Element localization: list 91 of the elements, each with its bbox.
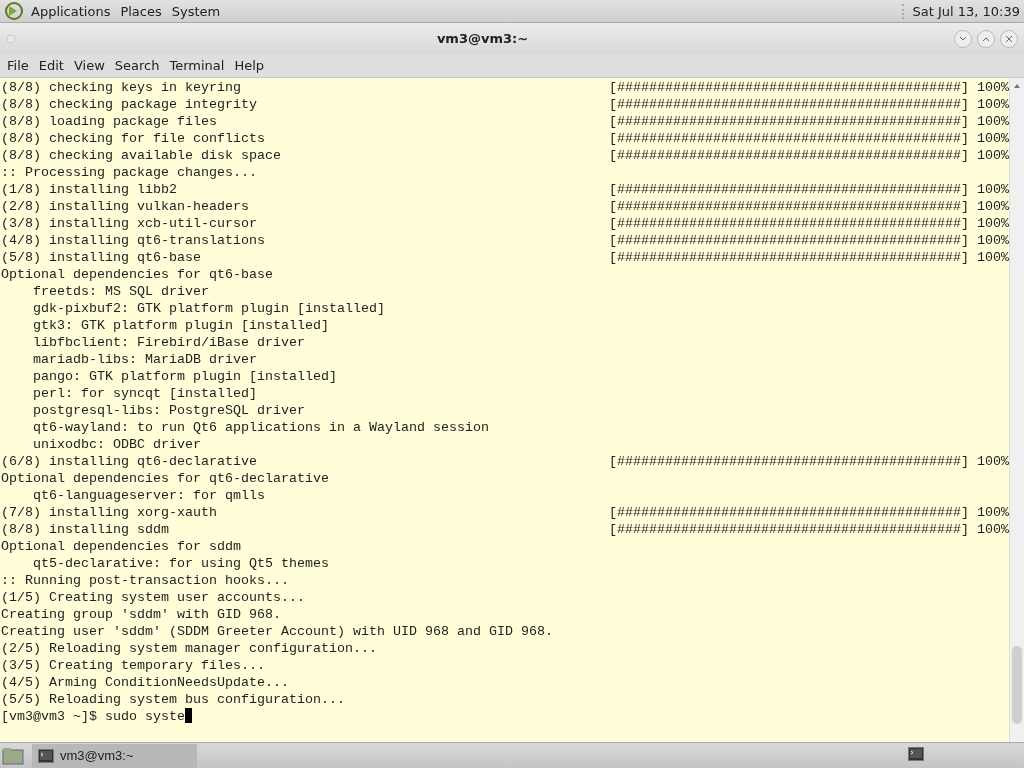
terminal-line: (8/8) installing sddm [1, 521, 170, 538]
progress-bar-text: [###########################################] [609, 215, 969, 232]
terminal-line: qt6-wayland: to run Qt6 applications in a Wayland session [32, 419, 489, 436]
command-prompt: [vm3@vm3 ~]$ sudo syste [1, 708, 185, 725]
terminal-line: Optional dependencies for qt6-base [1, 266, 273, 283]
percent-text: 100% [976, 504, 1009, 521]
terminal-line: Optional dependencies for sddm [1, 538, 241, 555]
terminal-line: Optional dependencies for qt6-declarative [1, 470, 329, 487]
terminal-line: Creating group 'sddm' with GID 968. [1, 606, 281, 623]
terminal-line: (2/5) Reloading system manager configuration... [1, 640, 377, 657]
terminal-line: (4/8) installing qt6-translations [1, 232, 266, 249]
window-menu-icon[interactable] [6, 33, 16, 44]
terminal-line: (8/8) loading package files [1, 113, 218, 130]
terminal-line: (8/8) checking keys in keyring [1, 79, 242, 96]
terminal-line: :: Processing package changes... [1, 164, 257, 181]
logo-icon[interactable] [4, 1, 24, 21]
terminal-line: unixodbc: ODBC driver [32, 436, 201, 453]
percent-text: 100% [976, 79, 1009, 96]
terminal-line: (5/8) installing qt6-base [1, 249, 202, 266]
percent-text: 100% [976, 130, 1009, 147]
terminal-line: gtk3: GTK platform plugin [installed] [32, 317, 329, 334]
panel-menu[interactable]: Places [117, 3, 165, 19]
terminal-line: (7/8) installing xorg-xauth [1, 504, 218, 521]
terminal-line: (6/8) installing qt6-declarative [1, 453, 258, 470]
panel-menu[interactable]: System [168, 3, 224, 19]
terminal-line: (8/8) checking for file conflicts [1, 130, 266, 147]
terminal-line: (5/5) Reloading system bus configuration... [1, 691, 345, 708]
terminal-line: pango: GTK platform plugin [installed] [32, 368, 337, 385]
percent-text: 100% [976, 453, 1009, 470]
percent-text: 100% [976, 113, 1009, 130]
terminal-line: libfbclient: Firebird/iBase driver [32, 334, 305, 351]
terminal-line: postgresql-libs: PostgreSQL driver [32, 402, 305, 419]
menu-item[interactable]: Terminal [164, 58, 230, 73]
progress-bar-text: [###########################################] [609, 198, 969, 215]
terminal-line: (3/8) installing xcb-util-cursor [1, 215, 258, 232]
progress-bar-text: [###########################################] [609, 147, 969, 164]
menu-item[interactable]: Help [229, 58, 270, 73]
terminal-line: (2/8) installing vulkan-headers [1, 198, 250, 215]
terminal-line: (8/8) checking package integrity [1, 96, 258, 113]
progress-bar-text: [###########################################] [609, 130, 969, 147]
progress-bar-text: [###########################################] [609, 113, 969, 130]
percent-text: 100% [976, 232, 1009, 249]
progress-bar-text: [###########################################] [609, 521, 969, 538]
close-icon [1005, 34, 1013, 43]
chevron-down-icon [959, 35, 967, 42]
menu-item[interactable]: Edit [33, 58, 69, 73]
progress-bar-text: [###########################################] [609, 453, 969, 470]
progress-bar-text: [###########################################] [609, 181, 969, 198]
scroll-up-icon[interactable] [1013, 82, 1021, 90]
terminal-line: qt6-languageserver: for qmlls [32, 487, 265, 504]
cursor [184, 708, 192, 723]
terminal-line: :: Running post-transaction hooks... [1, 572, 289, 589]
terminal-line: mariadb-libs: MariaDB driver [32, 351, 257, 368]
percent-text: 100% [976, 521, 1009, 538]
window-title: vm3@vm3:~ [435, 31, 530, 46]
chevron-up-icon [982, 35, 990, 42]
minimize-button[interactable] [954, 29, 972, 48]
terminal-line: perl: for syncqt [installed] [32, 385, 257, 402]
terminal-icon[interactable] [38, 748, 54, 763]
terminal-line: Creating user 'sddm' (SDDM Greeter Account) with UID 968 and GID 968. [1, 623, 553, 640]
percent-text: 100% [976, 147, 1009, 164]
percent-text: 100% [976, 181, 1009, 198]
percent-text: 100% [976, 96, 1009, 113]
percent-text: 100% [976, 215, 1009, 232]
clock[interactable]: Sat Jul 13, 10:39 [902, 3, 1020, 19]
terminal-line: (1/5) Creating system user accounts... [1, 589, 305, 606]
close-button[interactable] [1000, 29, 1018, 48]
terminal-line: qt5-declarative: for using Qt5 themes [32, 555, 329, 572]
scrollbar-thumb[interactable] [1012, 646, 1022, 724]
terminal-line: (3/5) Creating temporary files... [1, 657, 265, 674]
menu-item[interactable]: File [2, 58, 34, 73]
show-desktop-icon[interactable] [2, 746, 24, 765]
scrollbar[interactable] [1009, 78, 1024, 742]
terminal-line: (8/8) checking available disk space [1, 147, 282, 164]
panel-menu[interactable]: Applications [28, 3, 114, 19]
percent-text: 100% [976, 249, 1009, 266]
terminal-line: (4/5) Arming ConditionNeedsUpdate... [1, 674, 289, 691]
menu-item[interactable]: View [68, 58, 110, 73]
maximize-button[interactable] [977, 29, 995, 48]
progress-bar-text: [###########################################] [609, 249, 969, 266]
workspace-icon[interactable] [908, 747, 924, 761]
menu-item[interactable]: Search [109, 58, 165, 73]
progress-bar-text: [###########################################] [609, 96, 969, 113]
progress-bar-text: [###########################################] [609, 79, 969, 96]
percent-text: 100% [976, 198, 1009, 215]
taskbar-task[interactable]: vm3@vm3:~ [32, 743, 197, 768]
terminal-line: gdk-pixbuf2: GTK platform plugin [installed] [32, 300, 385, 317]
terminal-line: (1/8) installing libb2 [1, 181, 178, 198]
progress-bar-text: [###########################################] [609, 504, 969, 521]
progress-bar-text: [###########################################] [609, 232, 969, 249]
terminal-line: freetds: MS SQL driver [32, 283, 209, 300]
